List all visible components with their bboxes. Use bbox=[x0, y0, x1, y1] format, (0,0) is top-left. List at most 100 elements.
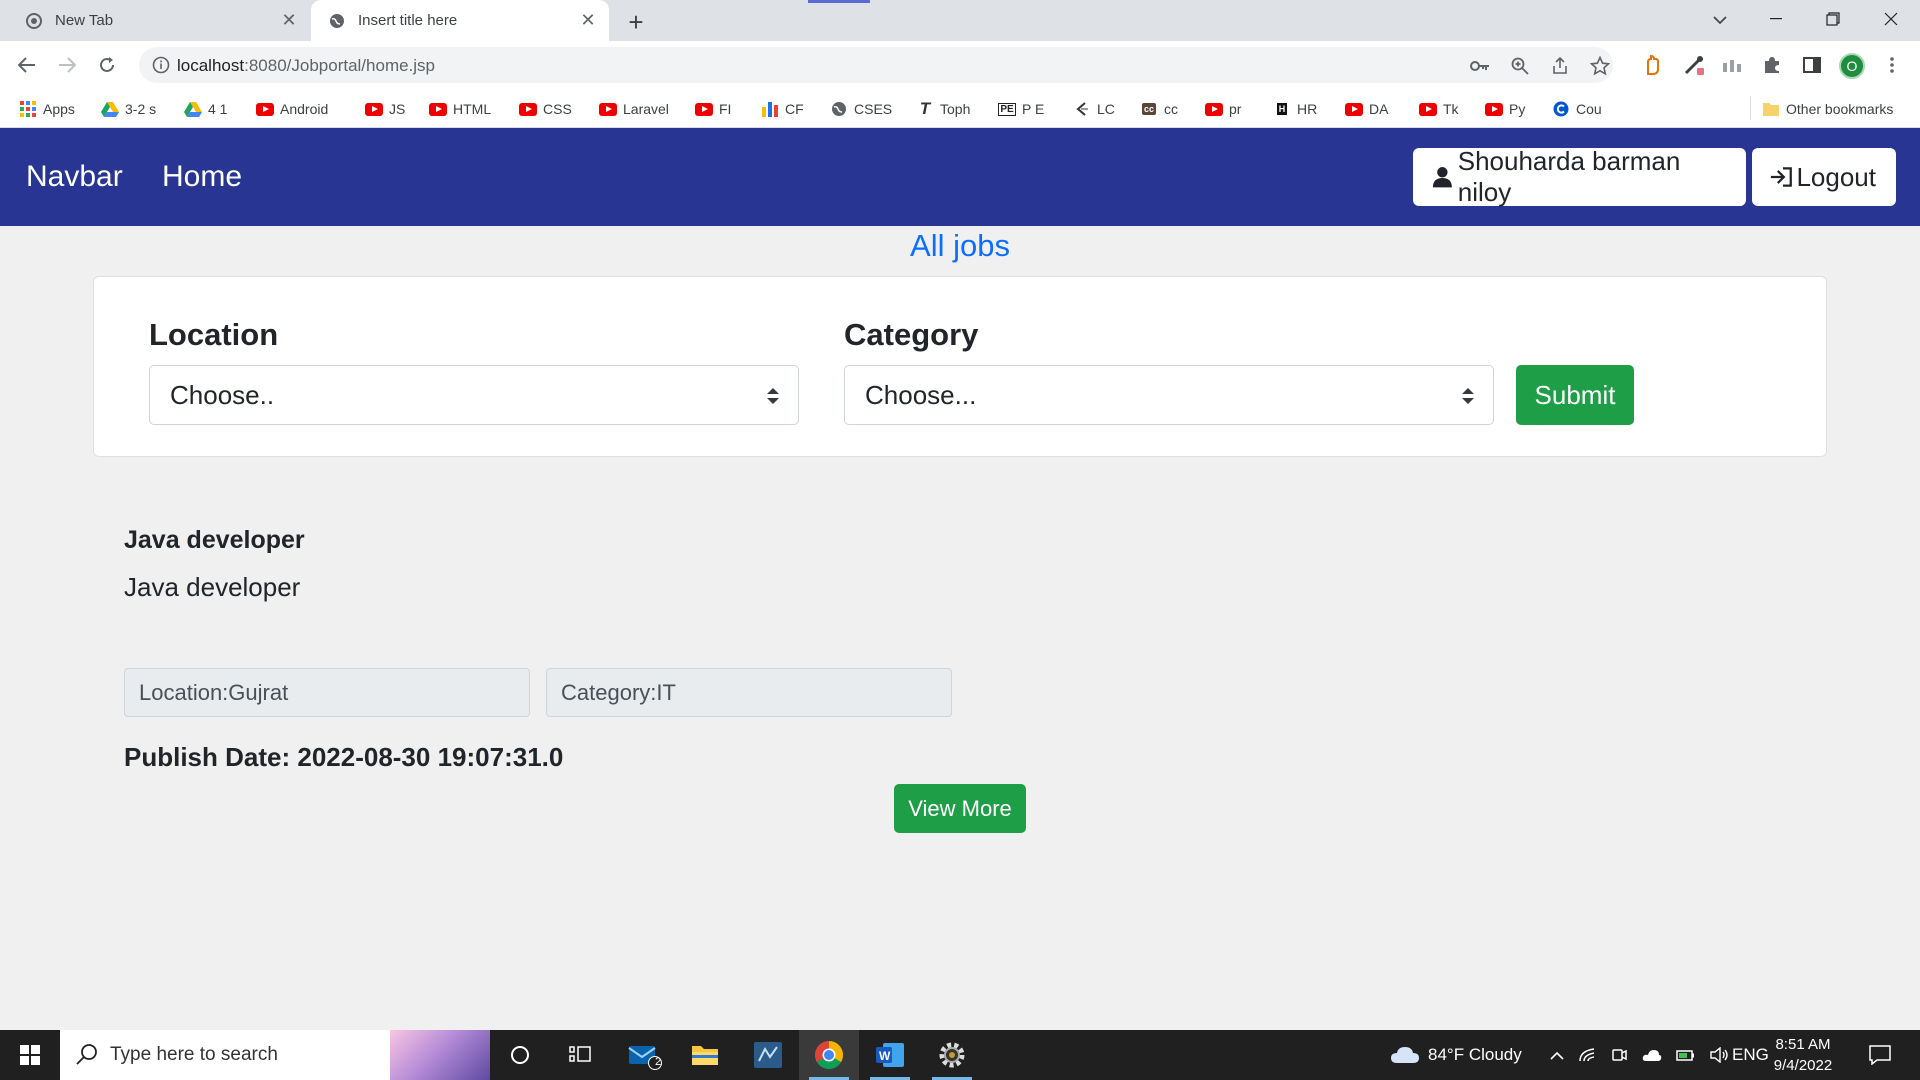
bookmark-hr[interactable]: H HR bbox=[1273, 98, 1317, 120]
tab-insert-title[interactable]: Insert title here ✕ bbox=[311, 0, 609, 41]
zoom-icon[interactable] bbox=[1509, 55, 1531, 77]
bookmark-android[interactable]: Android bbox=[256, 98, 328, 120]
windows-start-icon[interactable] bbox=[0, 1030, 60, 1080]
project-euler-icon: PE bbox=[998, 102, 1016, 116]
globe-icon bbox=[328, 12, 346, 30]
tab-title: New Tab bbox=[55, 12, 114, 29]
bookmark-laravel[interactable]: Laravel bbox=[599, 98, 669, 120]
extensions-puzzle-icon[interactable] bbox=[1760, 53, 1784, 77]
tab-new-tab[interactable]: New Tab ✕ bbox=[8, 0, 310, 41]
bookmark-fi[interactable]: FI bbox=[695, 98, 731, 120]
job-category-field: Category:IT bbox=[546, 668, 952, 717]
minimize-icon[interactable] bbox=[1749, 0, 1803, 38]
bookmark-pe[interactable]: PE P E bbox=[998, 98, 1044, 120]
bookmark-toph[interactable]: T Toph bbox=[916, 98, 971, 120]
bookmark-drive-1[interactable]: 3-2 s bbox=[101, 98, 156, 120]
nav-home-link[interactable]: Home bbox=[162, 160, 242, 194]
share-icon[interactable] bbox=[1549, 55, 1571, 77]
mail-badge: 2 bbox=[655, 1056, 662, 1068]
notifications-icon[interactable] bbox=[1850, 1030, 1910, 1080]
bookmark-star-icon[interactable] bbox=[1589, 55, 1611, 77]
tab-title: Insert title here bbox=[358, 12, 458, 29]
extension-pen-icon[interactable] bbox=[1682, 53, 1706, 77]
user-profile-button[interactable]: Shouharda barman niloy bbox=[1413, 146, 1746, 207]
file-explorer-icon[interactable] bbox=[675, 1030, 735, 1080]
bookmark-cou[interactable]: Cou bbox=[1552, 98, 1602, 120]
submit-button[interactable]: Submit bbox=[1516, 365, 1634, 425]
bookmark-label: pr bbox=[1229, 101, 1242, 117]
bookmark-label: HTML bbox=[453, 101, 492, 117]
youtube-icon bbox=[1205, 101, 1223, 117]
settings-gear-icon[interactable] bbox=[922, 1030, 982, 1080]
bookmark-lc[interactable]: LC bbox=[1073, 98, 1115, 120]
restore-icon[interactable] bbox=[1806, 0, 1860, 38]
close-window-icon[interactable] bbox=[1864, 0, 1918, 38]
chrome-taskbar-icon[interactable] bbox=[799, 1030, 859, 1080]
youtube-icon bbox=[1485, 101, 1503, 117]
tab-search-chevron-icon[interactable] bbox=[1706, 6, 1734, 34]
url-host: localhost bbox=[177, 56, 245, 75]
bookmark-html[interactable]: HTML bbox=[429, 98, 491, 120]
bookmark-label: CSES bbox=[854, 101, 893, 117]
bookmark-cc[interactable]: cc cc bbox=[1140, 98, 1178, 120]
logout-button[interactable]: Logout bbox=[1752, 148, 1896, 206]
sql-developer-icon[interactable] bbox=[738, 1030, 798, 1080]
bookmark-drive-2[interactable]: 4 1 bbox=[184, 98, 227, 120]
bookmark-py[interactable]: Py bbox=[1485, 98, 1525, 120]
location-select[interactable]: Choose.. bbox=[149, 365, 799, 425]
url-text: localhost:8080/Jobportal/home.jsp bbox=[177, 56, 435, 76]
forward-arrow-icon[interactable] bbox=[52, 50, 82, 80]
search-placeholder: Type here to search bbox=[110, 1044, 278, 1065]
bookmark-label: Laravel bbox=[623, 101, 669, 117]
bookmark-cf[interactable]: CF bbox=[761, 98, 804, 120]
menu-dots-icon[interactable] bbox=[1880, 53, 1904, 77]
bookmark-js[interactable]: JS bbox=[365, 98, 405, 120]
new-tab-plus-icon[interactable]: + bbox=[622, 7, 650, 37]
taskbar-clock[interactable]: 8:51 AM 9/4/2022 bbox=[1766, 1034, 1840, 1076]
chrome-icon bbox=[25, 12, 43, 30]
coursera-icon bbox=[1552, 101, 1570, 117]
key-icon[interactable] bbox=[1469, 55, 1491, 77]
cortana-icon[interactable] bbox=[490, 1030, 550, 1080]
bookmark-label: 4 1 bbox=[208, 101, 228, 117]
reload-icon[interactable] bbox=[92, 50, 122, 80]
bookmark-other[interactable]: Other bookmarks bbox=[1762, 98, 1893, 120]
site-info-icon[interactable] bbox=[151, 55, 171, 75]
category-label: Category bbox=[844, 317, 979, 352]
close-tab-icon[interactable]: ✕ bbox=[278, 10, 300, 32]
input-language[interactable]: ENG bbox=[1732, 1030, 1769, 1080]
youtube-icon bbox=[256, 101, 274, 117]
extension-hand-icon[interactable] bbox=[1640, 53, 1664, 77]
onedrive-cloud-icon[interactable] bbox=[1642, 1048, 1662, 1062]
profile-avatar[interactable]: O bbox=[1839, 53, 1865, 79]
taskbar-search-box[interactable]: Type here to search bbox=[60, 1030, 490, 1080]
battery-charging-icon[interactable] bbox=[1676, 1048, 1696, 1062]
bookmark-tk[interactable]: Tk bbox=[1419, 98, 1459, 120]
job-location-field: Location:Gujrat bbox=[124, 668, 530, 717]
volume-icon[interactable] bbox=[1710, 1047, 1730, 1063]
close-tab-icon[interactable]: ✕ bbox=[577, 10, 599, 32]
cloud-icon bbox=[1391, 1047, 1419, 1063]
task-view-icon[interactable] bbox=[550, 1030, 610, 1080]
show-hidden-icons-chevron[interactable] bbox=[1550, 1051, 1564, 1060]
codeforces-icon bbox=[761, 101, 779, 117]
bookmark-apps[interactable]: Apps bbox=[19, 98, 75, 120]
category-select[interactable]: Choose... bbox=[844, 365, 1494, 425]
back-arrow-icon[interactable] bbox=[12, 50, 42, 80]
navbar-brand[interactable]: Navbar bbox=[26, 160, 123, 194]
side-panel-icon[interactable] bbox=[1800, 53, 1824, 77]
weather-widget[interactable]: 84°F Cloudy bbox=[1390, 1030, 1522, 1080]
mail-app-icon[interactable]: 2 bbox=[615, 1030, 675, 1080]
extension-bars-icon[interactable] bbox=[1720, 53, 1744, 77]
google-drive-icon bbox=[101, 101, 119, 117]
bookmark-cses[interactable]: CSES bbox=[830, 98, 892, 120]
meet-now-icon[interactable] bbox=[1610, 1047, 1628, 1063]
view-more-button[interactable]: View More bbox=[894, 784, 1026, 833]
bookmark-pr[interactable]: pr bbox=[1205, 98, 1241, 120]
bookmark-label: FI bbox=[719, 101, 732, 117]
wifi-icon[interactable] bbox=[1578, 1047, 1596, 1063]
bookmark-da[interactable]: DA bbox=[1345, 98, 1388, 120]
word-icon[interactable]: W bbox=[860, 1030, 920, 1080]
address-bar[interactable]: localhost:8080/Jobportal/home.jsp bbox=[139, 47, 1613, 83]
bookmark-css[interactable]: CSS bbox=[519, 98, 572, 120]
